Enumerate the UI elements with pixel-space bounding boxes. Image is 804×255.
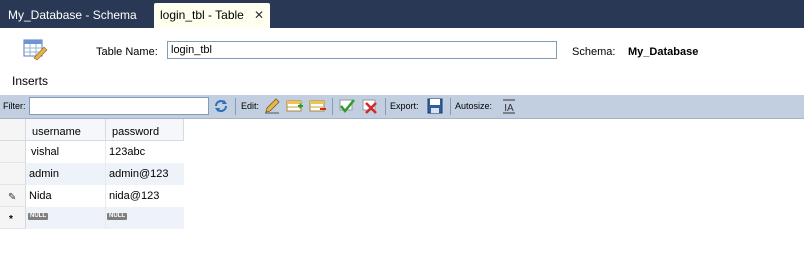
refresh-icon[interactable] — [212, 97, 230, 115]
new-row[interactable]: * NULL NULL — [0, 207, 184, 229]
result-grid: username password vishal 123abc admin ad… — [0, 119, 804, 255]
schema-value: My_Database — [628, 46, 699, 58]
edit-pencil-icon[interactable] — [263, 97, 281, 115]
tab-bar: My_Database - Schema login_tbl - Table ✕ — [0, 0, 804, 28]
table-name-label: Table Name: — [96, 46, 158, 58]
cell-password[interactable]: NULL — [106, 207, 184, 229]
cell-username[interactable]: vishal — [26, 141, 106, 163]
table-row[interactable]: ✎ Nida nida@123 — [0, 185, 184, 207]
export-save-icon[interactable] — [426, 97, 444, 115]
toolbar-separator — [332, 98, 333, 115]
row-marker[interactable] — [0, 163, 26, 185]
delete-row-icon[interactable] — [309, 97, 327, 115]
toolbar-separator — [450, 98, 451, 115]
cell-password[interactable]: nida@123 — [106, 185, 184, 207]
table-edit-icon — [23, 39, 48, 60]
cell-password[interactable]: 123abc — [106, 141, 184, 163]
toolbar-separator — [235, 98, 236, 115]
tab-login-tbl-label: login_tbl - Table — [160, 8, 244, 22]
filter-input[interactable] — [29, 97, 209, 115]
inserts-section-header: Inserts — [0, 68, 804, 96]
cell-username[interactable]: admin — [26, 163, 106, 185]
tab-schema-label: My_Database - Schema — [8, 8, 137, 22]
row-marker[interactable] — [0, 141, 26, 163]
apply-changes-icon[interactable] — [338, 97, 356, 115]
toolbar-separator — [385, 98, 386, 115]
autosize-label: Autosize: — [455, 101, 493, 111]
cell-username[interactable]: NULL — [26, 207, 106, 229]
row-editing-marker[interactable]: ✎ — [0, 185, 26, 207]
svg-text:IA: IA — [504, 103, 514, 114]
insert-row-icon[interactable] — [286, 97, 304, 115]
new-row-marker[interactable]: * — [0, 207, 26, 229]
null-badge: NULL — [28, 213, 48, 220]
schema-label: Schema: — [572, 46, 616, 58]
section-title: Inserts — [12, 74, 49, 88]
result-toolbar: Filter: Edit: Export: Autosize: IA — [0, 95, 804, 119]
edit-label: Edit: — [241, 101, 260, 111]
table-row[interactable]: admin admin@123 — [0, 163, 184, 185]
table-name-input[interactable] — [167, 41, 557, 59]
cell-username[interactable]: Nida — [26, 185, 106, 207]
discard-changes-icon[interactable] — [361, 97, 379, 115]
column-header-username[interactable]: username — [26, 119, 106, 141]
tab-schema[interactable]: My_Database - Schema — [0, 3, 158, 28]
table-row[interactable]: vishal 123abc — [0, 141, 184, 163]
grid-corner — [0, 119, 26, 141]
null-badge: NULL — [107, 213, 127, 220]
export-label: Export: — [390, 101, 419, 111]
close-icon[interactable]: ✕ — [254, 3, 264, 28]
autosize-icon[interactable]: IA — [500, 97, 518, 115]
tab-login-tbl[interactable]: login_tbl - Table ✕ — [154, 3, 270, 28]
filter-label: Filter: — [3, 101, 26, 111]
table-header: Table Name: Schema: My_Database — [0, 28, 804, 68]
grid-header-row: username password — [0, 119, 184, 141]
column-header-password[interactable]: password — [106, 119, 184, 141]
cell-password[interactable]: admin@123 — [106, 163, 184, 185]
